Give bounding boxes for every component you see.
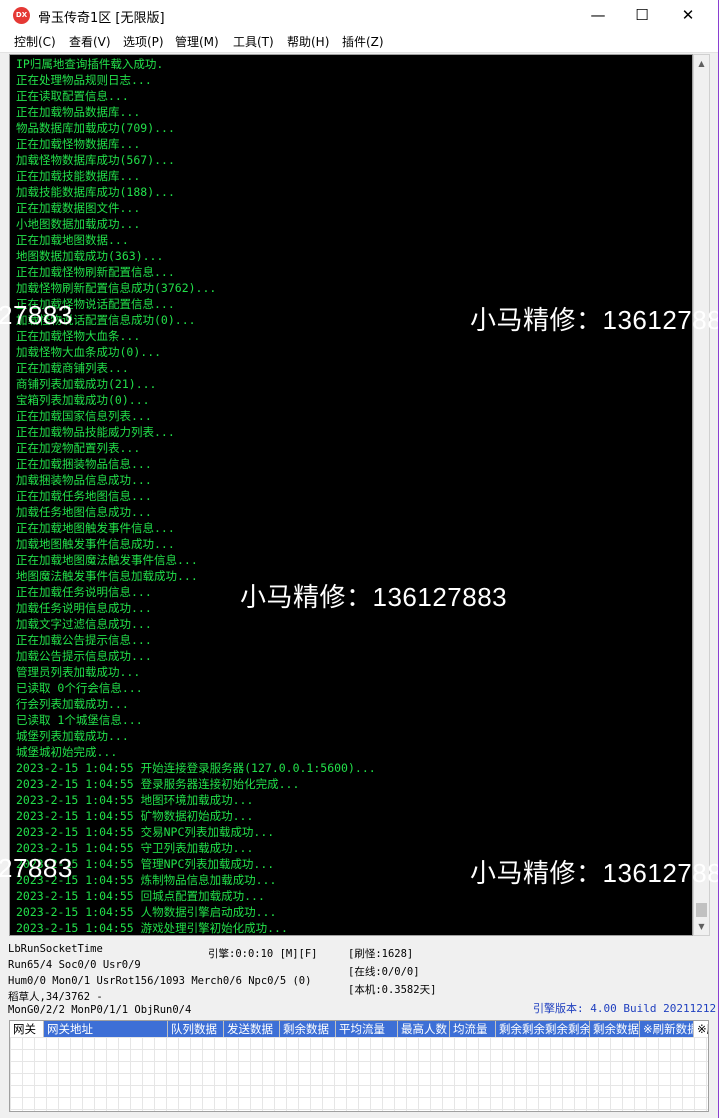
console-line: 正在读取配置信息... bbox=[16, 89, 129, 103]
col-refresh-data[interactable]: ※刷新数据 bbox=[640, 1021, 694, 1037]
hum-stats: Hum0/0 Mon0/1 UsrRot156/1093 Merch0/6 Np… bbox=[8, 975, 312, 987]
engine-version: 引擎版本: 4.00 Build 20211212 bbox=[533, 1002, 717, 1015]
console-line: 正在加载地图触发事件信息... bbox=[16, 521, 175, 535]
col-remain-multi[interactable]: 剩余剩余剩余剩余 bbox=[496, 1021, 590, 1037]
engine-time: 引擎:0:0:10 [M][F] bbox=[208, 948, 318, 960]
menu-help[interactable]: 帮助(H) bbox=[287, 33, 329, 50]
col-gateway-address[interactable]: 网关地址 bbox=[44, 1021, 168, 1037]
console-line: 2023-2-15 1:04:55 地图环境加载成功... bbox=[16, 793, 254, 807]
console-line: 正在加载物品技能威力列表... bbox=[16, 425, 175, 439]
gateway-table[interactable]: 网关 网关地址 队列数据 发送数据 剩余数据 平均流量 最高人数 均流量 剩余剩… bbox=[9, 1020, 709, 1112]
console-line: 小地图数据加载成功... bbox=[16, 217, 141, 231]
scroll-up-arrow-icon[interactable]: ▲ bbox=[694, 55, 709, 72]
console-line: 正在处理物品规则日志... bbox=[16, 73, 152, 87]
console-line: 商铺列表加载成功(21)... bbox=[16, 377, 157, 391]
console-line: 加载怪物刷新配置信息成功(3762)... bbox=[16, 281, 217, 295]
console-line: 正在加宠物配置列表... bbox=[16, 441, 141, 455]
col-avg-traffic[interactable]: 平均流量 bbox=[336, 1021, 398, 1037]
console-line: 正在加载物品数据库... bbox=[16, 105, 141, 119]
console-line: 正在加载国家信息列表... bbox=[16, 409, 152, 423]
col-remain-data[interactable]: 剩余数据 bbox=[280, 1021, 336, 1037]
menu-view[interactable]: 查看(V) bbox=[69, 33, 111, 50]
col-gateway[interactable]: 网关 bbox=[10, 1021, 44, 1037]
console-line: 2023-2-15 1:04:55 回城点配置加载成功... bbox=[16, 889, 265, 903]
window-title: 骨玉传奇1区 [无限版] bbox=[38, 11, 165, 26]
console-line: 加载技能数据库成功(188)... bbox=[16, 185, 175, 199]
watermark-left-top: 27883 bbox=[0, 300, 73, 330]
server-window: DX 骨玉传奇1区 [无限版] — ☐ ✕ 控制(C) 查看(V) 选项(P) … bbox=[0, 0, 719, 1118]
scroll-thumb[interactable] bbox=[696, 903, 707, 917]
local-uptime: [本机:0.3582天] bbox=[348, 984, 437, 996]
console-line: 正在加载商铺列表... bbox=[16, 361, 129, 375]
console-line: 2023-2-15 1:04:55 游戏处理引擎初始化成功... bbox=[16, 921, 288, 935]
console-scrollbar[interactable]: ▲ ▼ bbox=[693, 54, 710, 936]
console-lines: IP归属地查询插件载入成功. 正在处理物品规则日志... 正在读取配置信息... 正在… bbox=[16, 56, 376, 935]
menu-plugins[interactable]: 插件(Z) bbox=[342, 33, 384, 50]
run-stats: Run65/4 Soc0/0 Usr0/9 bbox=[8, 959, 141, 971]
monster-name-stat: 稻草人,34/3762 - bbox=[8, 991, 103, 1003]
console-line: 正在加载任务地图信息... bbox=[16, 489, 152, 503]
console-line: 正在加载捆装物品信息... bbox=[16, 457, 152, 471]
monster-group-stats: MonG0/2/2 MonP0/1/1 ObjRun0/4 bbox=[8, 1004, 192, 1016]
online-count: [在线:0/0/0] bbox=[348, 966, 420, 978]
console-line: 加载任务地图信息成功... bbox=[16, 505, 152, 519]
refresh-monster-count: [刷怪:1628] bbox=[348, 948, 414, 960]
watermark-left-bottom: 27883 bbox=[0, 853, 73, 883]
console-line: 正在加载地图魔法触发事件信息... bbox=[16, 553, 198, 567]
col-queue-data[interactable]: 队列数据 bbox=[168, 1021, 224, 1037]
console-line: 管理员列表加载成功... bbox=[16, 665, 141, 679]
console-line: 加载怪物数据库成功(567)... bbox=[16, 153, 175, 167]
console-line: 正在加载公告提示信息... bbox=[16, 633, 152, 647]
gateway-table-header: 网关 网关地址 队列数据 发送数据 剩余数据 平均流量 最高人数 均流量 剩余剩… bbox=[10, 1021, 708, 1037]
col-send-data[interactable]: 发送数据 bbox=[224, 1021, 280, 1037]
console-line: 2023-2-15 1:04:55 矿物数据初始成功... bbox=[16, 809, 254, 823]
watermark-center: 小马精修：136127883 bbox=[240, 582, 508, 612]
menu-bar: 控制(C) 查看(V) 选项(P) 管理(M) 工具(T) 帮助(H) 插件(Z… bbox=[0, 30, 718, 53]
console-line: 城堡列表加载成功... bbox=[16, 729, 129, 743]
console-line: 已读取 1个城堡信息... bbox=[16, 713, 143, 727]
console-line: 正在加载地图数据... bbox=[16, 233, 129, 247]
console-line: 宝箱列表加载成功(0)... bbox=[16, 393, 150, 407]
console-line: 正在加载技能数据库... bbox=[16, 169, 141, 183]
console-line: 正在加载数据图文件... bbox=[16, 201, 141, 215]
console-line: 城堡城初始完成... bbox=[16, 745, 118, 759]
console-line: 加载公告提示信息成功... bbox=[16, 649, 152, 663]
col-avg-flow[interactable]: 均流量 bbox=[450, 1021, 496, 1037]
gateway-table-body[interactable] bbox=[10, 1037, 708, 1111]
watermark-right-top: 小马精修：13612788 bbox=[470, 305, 719, 335]
maximize-button[interactable]: ☐ bbox=[619, 0, 665, 30]
scroll-down-arrow-icon[interactable]: ▼ bbox=[694, 918, 709, 935]
console-line: 正在加载怪物数据库... bbox=[16, 137, 141, 151]
console-line: 行会列表加载成功... bbox=[16, 697, 129, 711]
console-line: 正在加载怪物刷新配置信息... bbox=[16, 265, 175, 279]
console-line: 2023-2-15 1:04:55 人物数据引擎启动成功... bbox=[16, 905, 277, 919]
menu-control[interactable]: 控制(C) bbox=[14, 33, 56, 50]
console-line: 加载文字过滤信息成功... bbox=[16, 617, 152, 631]
console-line: IP归属地查询插件载入成功. bbox=[16, 57, 164, 71]
watermark-right-bottom: 小马精修：13612788 bbox=[470, 858, 719, 888]
close-button[interactable]: ✕ bbox=[665, 0, 711, 30]
console-line: 地图数据加载成功(363)... bbox=[16, 249, 164, 263]
console-line: 加载地图触发事件信息成功... bbox=[16, 537, 175, 551]
console-line: 2023-2-15 1:04:55 开始连接登录服务器(127.0.0.1:56… bbox=[16, 761, 376, 775]
console-line: 2023-2-15 1:04:55 交易NPC列表加载成功... bbox=[16, 825, 275, 839]
console-log[interactable]: IP归属地查询插件载入成功. 正在处理物品规则日志... 正在读取配置信息... 正在… bbox=[9, 54, 693, 936]
col-max-users[interactable]: 最高人数 bbox=[398, 1021, 450, 1037]
col-refresh-2[interactable]: ※刷 bbox=[694, 1021, 708, 1037]
console-line: 已读取 0个行会信息... bbox=[16, 681, 143, 695]
console-line: 物品数据库加载成功(709)... bbox=[16, 121, 175, 135]
console-line: 加载怪物大血条成功(0)... bbox=[16, 345, 162, 359]
title-bar[interactable]: DX 骨玉传奇1区 [无限版] — ☐ ✕ bbox=[0, 0, 718, 30]
console-line: 2023-2-15 1:04:55 登录服务器连接初始化完成... bbox=[16, 777, 300, 791]
menu-tools[interactable]: 工具(T) bbox=[233, 33, 274, 50]
minimize-button[interactable]: — bbox=[575, 0, 621, 30]
menu-options[interactable]: 选项(P) bbox=[123, 33, 164, 50]
app-logo-icon: DX bbox=[13, 7, 30, 24]
menu-manage[interactable]: 管理(M) bbox=[175, 33, 219, 50]
col-remain-data-2[interactable]: 剩余数据 bbox=[590, 1021, 640, 1037]
console-line: 加载捆装物品信息成功... bbox=[16, 473, 152, 487]
socket-time-label: LbRunSocketTime bbox=[8, 943, 103, 955]
